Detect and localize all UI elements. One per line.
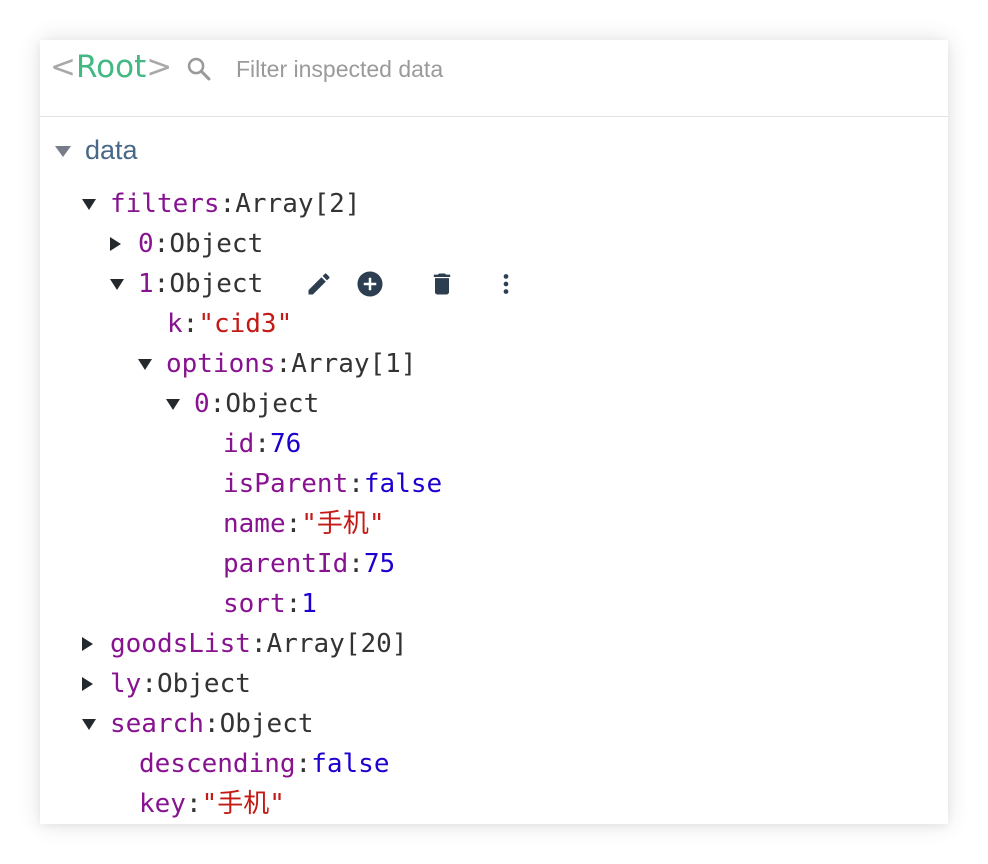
root-bracket-close: >	[146, 49, 173, 85]
tree-row-filters[interactable]: filters: Array[2]	[82, 187, 360, 221]
prop-key: k	[167, 309, 183, 339]
tree-row-options-0[interactable]: 0: Object	[166, 387, 319, 421]
prop-type: Array[20]	[266, 629, 408, 659]
expand-arrow-icon	[110, 278, 124, 290]
prop-type: Array[2]	[235, 189, 361, 219]
prop-key: 1	[138, 269, 154, 299]
prop-value[interactable]: "手机"	[202, 787, 285, 821]
prop-key: key	[139, 789, 186, 819]
collapse-arrow-icon	[110, 237, 121, 251]
tree-row-parentid[interactable]: parentId: 75	[223, 547, 395, 581]
tree-row-key[interactable]: key: "手机"	[139, 787, 285, 821]
prop-type: Object	[169, 229, 264, 259]
inspector-header: <Root>	[40, 40, 948, 117]
root-label: Root	[75, 49, 147, 85]
more-vertical-icon	[503, 274, 509, 294]
root-bracket-open: <	[50, 49, 76, 85]
filter-input[interactable]	[226, 52, 726, 86]
prop-type: Object	[219, 709, 314, 739]
tree-row-k[interactable]: k: "cid3"	[167, 307, 292, 341]
collapse-arrow-icon	[82, 677, 93, 691]
prop-key: isParent	[223, 469, 349, 499]
prop-value[interactable]: 1	[301, 587, 317, 621]
pencil-icon	[308, 273, 330, 295]
delete-button[interactable]	[425, 267, 459, 301]
tree-row-options[interactable]: options: Array[1]	[138, 347, 416, 381]
more-button[interactable]	[489, 267, 523, 301]
collapse-arrow-icon	[82, 637, 93, 651]
prop-value[interactable]: false	[311, 747, 389, 781]
prop-key: 0	[194, 389, 210, 419]
prop-key: filters	[110, 189, 220, 219]
trash-icon	[433, 273, 451, 295]
prop-key: ly	[110, 669, 142, 699]
prop-type: Array[1]	[291, 349, 417, 379]
expand-arrow-icon	[82, 198, 96, 210]
expand-arrow-icon	[55, 145, 71, 157]
tree-row-goodslist[interactable]: goodsList: Array[20]	[79, 627, 407, 661]
inspector-panel: <Root> data filters: Array[2] 0: Object …	[40, 40, 948, 824]
tree-row-name[interactable]: name: "手机"	[223, 507, 385, 541]
prop-value[interactable]: 75	[364, 547, 395, 581]
prop-key: descending	[139, 749, 296, 779]
expand-arrow-icon	[82, 718, 96, 730]
tree-row-id[interactable]: id: 76	[223, 427, 301, 461]
prop-key: parentId	[223, 549, 349, 579]
search-icon	[187, 57, 211, 81]
tree-row-isparent[interactable]: isParent: false	[223, 467, 442, 501]
prop-key: search	[110, 709, 204, 739]
tree-row-filters-0[interactable]: 0: Object	[107, 227, 263, 261]
prop-value[interactable]: "手机"	[301, 507, 384, 541]
root-component-name[interactable]: <Root>	[50, 48, 172, 86]
prop-type: Object	[156, 669, 251, 699]
prop-type: Object	[169, 269, 264, 299]
tree-row-ly[interactable]: ly: Object	[79, 667, 251, 701]
prop-key: 0	[138, 229, 154, 259]
prop-key: sort	[223, 589, 286, 619]
prop-type: Object	[225, 389, 320, 419]
prop-key: name	[223, 509, 286, 539]
edit-button[interactable]	[302, 267, 336, 301]
prop-value[interactable]: 76	[270, 427, 301, 461]
tree-row-search[interactable]: search: Object	[82, 707, 314, 741]
prop-key: goodsList	[110, 629, 251, 659]
prop-value[interactable]: false	[364, 467, 442, 501]
section-toggle-data[interactable]: data	[55, 132, 138, 168]
section-title: data	[85, 134, 138, 165]
tree-row-descending[interactable]: descending: false	[139, 747, 389, 781]
expand-arrow-icon	[166, 398, 180, 410]
expand-arrow-icon	[138, 358, 152, 370]
prop-value[interactable]: "cid3"	[198, 307, 292, 341]
add-circle-icon	[357, 271, 383, 297]
tree-row-sort[interactable]: sort: 1	[223, 587, 317, 621]
prop-key: options	[166, 349, 276, 379]
prop-key: id	[223, 429, 255, 459]
tree-row-filters-1[interactable]: 1: Object	[110, 267, 263, 301]
add-button[interactable]	[353, 267, 387, 301]
